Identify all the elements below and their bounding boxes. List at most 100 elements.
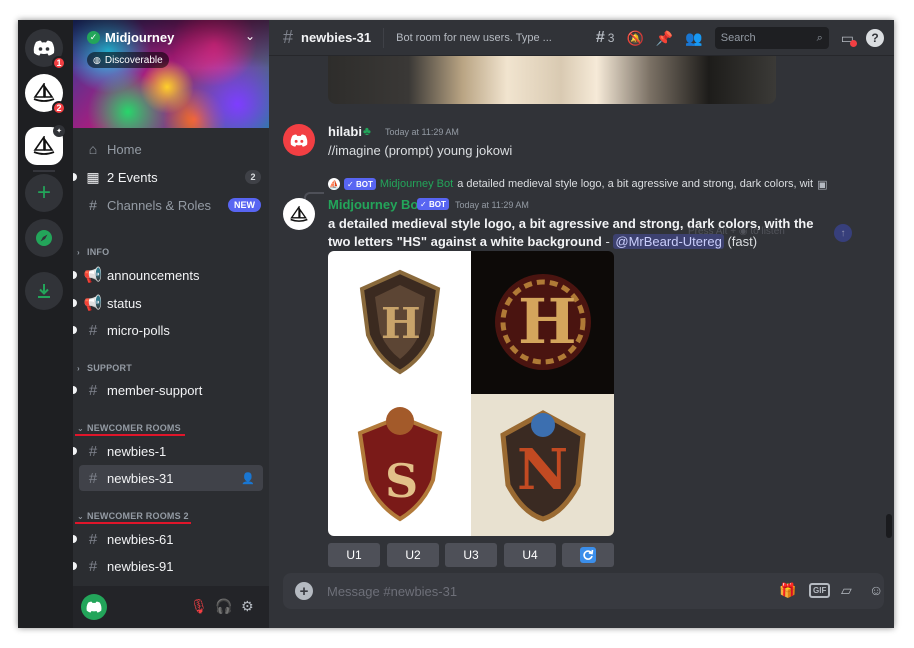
channel-announcements[interactable]: 📢 announcements: [73, 262, 263, 288]
pin-icon[interactable]: 📌: [656, 30, 673, 47]
message-timestamp: Today at 11:29 AM: [455, 200, 529, 210]
add-server-button[interactable]: +: [25, 174, 63, 212]
compass-icon: [36, 230, 52, 246]
megaphone-icon: 📢: [83, 267, 103, 284]
image-icon: ▣: [817, 178, 828, 191]
server-name-header[interactable]: ✓ Midjourney: [87, 30, 174, 45]
channel-title: newbies-31: [301, 30, 372, 45]
channel-name: member-support: [107, 382, 203, 398]
emoji-icon[interactable]: ☺: [869, 582, 883, 598]
channel-newbies-91[interactable]: # newbies-91: [73, 553, 263, 579]
discord-home-button[interactable]: 1: [25, 29, 66, 70]
category-info[interactable]: › INFO: [77, 247, 109, 257]
category-label: SUPPORT: [87, 363, 132, 373]
midjourney-server-button[interactable]: 2: [25, 74, 66, 115]
chevron-down-icon[interactable]: ⌄: [245, 29, 255, 43]
inbox-icon[interactable]: ▭: [841, 30, 857, 47]
sidebar-item-label: 2 Events: [107, 169, 158, 185]
message-composer[interactable]: + Message #newbies-31 🎁 GIF ▱ ☺: [283, 573, 884, 609]
midjourney-boat-icon: [33, 136, 55, 155]
calendar-icon: ▦: [86, 168, 100, 185]
gif-button[interactable]: GIF: [809, 583, 831, 598]
globe-icon: ◍: [93, 54, 101, 65]
upscale-u4-button[interactable]: U4: [504, 543, 556, 567]
search-placeholder: Search: [720, 32, 756, 44]
generated-image-grid[interactable]: H H S N: [328, 251, 614, 536]
mute-bell-icon[interactable]: 🔕: [626, 30, 643, 47]
message-author[interactable]: hilabi: [328, 124, 362, 139]
midjourney-server-button-active[interactable]: ✦: [25, 125, 65, 165]
sidebar-item-label: Channels & Roles: [107, 197, 212, 213]
discord-logo-icon: [33, 40, 55, 56]
red-underline-annotation: [75, 522, 191, 524]
avatar[interactable]: [283, 124, 315, 156]
bot-tag-label: BOT: [355, 179, 373, 189]
gear-icon[interactable]: ⚙: [241, 598, 254, 615]
bot-tag-label: BOT: [428, 199, 446, 209]
channel-newbies-1[interactable]: # newbies-1: [73, 438, 263, 464]
message-timestamp: Today at 11:29 AM: [385, 127, 459, 137]
message-text: //imagine (prompt) young jokowi: [328, 143, 513, 158]
sticker-icon[interactable]: ▱: [841, 582, 852, 599]
channel-newbies-31[interactable]: # newbies-31 👤: [79, 465, 263, 491]
channel-name: newbies-91: [107, 558, 174, 574]
members-icon[interactable]: 👥: [685, 30, 702, 47]
upscale-u3-button[interactable]: U3: [445, 543, 497, 567]
download-apps-button[interactable]: [25, 272, 63, 310]
category-support[interactable]: › SUPPORT: [77, 363, 132, 373]
mute-mic-icon[interactable]: 🎙: [190, 598, 208, 615]
message-input-placeholder[interactable]: Message #newbies-31: [327, 584, 457, 599]
reply-avatar-icon: ⛵: [328, 178, 340, 190]
image-letter: H: [518, 285, 577, 358]
channel-status[interactable]: 📢 status: [73, 290, 263, 316]
unread-indicator: [73, 562, 77, 570]
discoverable-badge: ◍ Discoverable: [87, 52, 169, 68]
reroll-button[interactable]: [562, 543, 614, 567]
server-banner[interactable]: ✓ Midjourney ⌄ ◍ Discoverable: [73, 20, 269, 128]
gift-icon[interactable]: 🎁: [779, 582, 796, 599]
previous-image-attachment[interactable]: [328, 56, 776, 104]
new-badge: NEW: [228, 198, 261, 212]
download-icon: [38, 284, 50, 298]
category-newcomer-rooms-2[interactable]: ⌄ NEWCOMER ROOMS 2: [77, 511, 189, 521]
unread-indicator: [73, 271, 77, 279]
channel-topic[interactable]: Bot room for new users. Type ...: [396, 32, 551, 44]
search-input[interactable]: Search ⌕: [714, 27, 829, 49]
channel-name: newbies-61: [107, 531, 174, 547]
avatar[interactable]: [283, 198, 315, 230]
avatar[interactable]: [81, 594, 107, 620]
channel-micro-polls[interactable]: # micro-polls: [73, 317, 263, 343]
sidebar-item-label: Home: [107, 141, 142, 157]
sidebar-item-home[interactable]: ⌂ Home: [73, 136, 269, 162]
header-toolbar: #3 🔕 📌 👥 Search ⌕ ▭ ?: [596, 20, 884, 56]
reply-preview[interactable]: ⛵ ✓ BOT Midjourney Bot a detailed mediev…: [328, 177, 848, 191]
sidebar-item-channels-roles[interactable]: # Channels & Roles NEW: [73, 192, 269, 218]
upscale-u1-button[interactable]: U1: [328, 543, 380, 567]
listen-button-icon[interactable]: ↑: [834, 224, 852, 242]
explore-servers-button[interactable]: [25, 219, 63, 257]
channel-member-support[interactable]: # member-support: [73, 377, 263, 403]
add-member-icon[interactable]: 👤: [241, 472, 255, 485]
channel-name: newbies-1: [107, 443, 167, 459]
headphones-icon[interactable]: 🎧: [215, 598, 232, 615]
upscale-u2-button[interactable]: U2: [387, 543, 439, 567]
message-author[interactable]: Midjourney Bot: [328, 197, 423, 212]
channel-name: micro-polls: [107, 322, 170, 338]
sidebar-item-events[interactable]: ▦ 2 Events 2: [73, 164, 269, 190]
channel-newbies-61[interactable]: # newbies-61: [73, 526, 263, 552]
bot-tag: ✓ BOT: [344, 178, 376, 190]
add-attachment-icon[interactable]: +: [295, 582, 313, 600]
notification-badge: 2: [52, 101, 66, 115]
hash-icon: #: [88, 557, 98, 575]
category-label: INFO: [87, 247, 110, 257]
home-icon: ⌂: [88, 141, 98, 157]
category-label: NEWCOMER ROOMS 2: [87, 511, 189, 521]
threads-button[interactable]: #3: [596, 29, 615, 47]
discord-window: 1 2 ✦ + ✓ Midjourney ⌄ ◍ Discoverable ⌂ …: [18, 20, 894, 628]
help-icon[interactable]: ?: [866, 29, 884, 47]
midjourney-boat-icon: [33, 83, 55, 102]
reply-author: Midjourney Bot: [379, 178, 454, 190]
scrollbar-thumb[interactable]: [886, 514, 892, 538]
events-count-badge: 2: [245, 170, 261, 184]
category-newcomer-rooms[interactable]: ⌄ NEWCOMER ROOMS: [77, 423, 181, 433]
